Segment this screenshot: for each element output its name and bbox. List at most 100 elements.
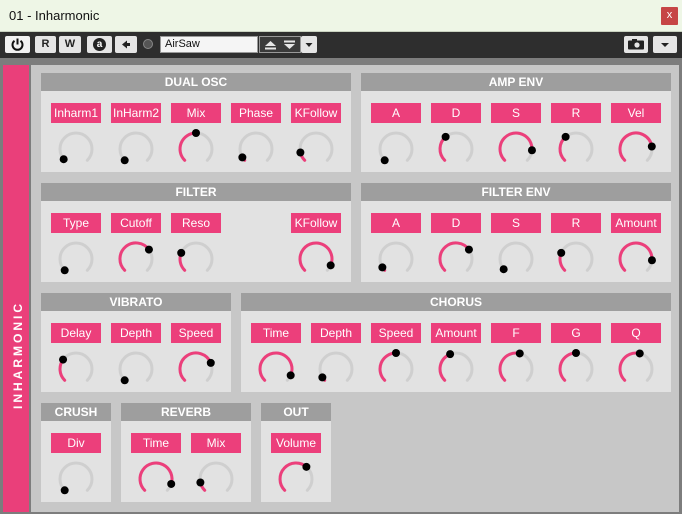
knob-value-arc — [618, 241, 654, 272]
knob-time[interactable] — [136, 459, 176, 499]
knob-pointer[interactable] — [59, 155, 68, 164]
section-title: CRUSH — [41, 403, 111, 421]
knob-reso[interactable] — [176, 239, 216, 279]
param-label-kfollow: KFollow — [291, 213, 341, 233]
knob-pointer[interactable] — [60, 266, 69, 275]
power-icon — [11, 38, 24, 51]
knob-pointer[interactable] — [326, 261, 335, 270]
auto-button[interactable]: a — [87, 36, 112, 53]
knob-pointer[interactable] — [286, 371, 295, 380]
section-amp-env: AMP ENV A D S R Vel — [361, 73, 671, 172]
knob-pointer[interactable] — [561, 132, 570, 141]
knob-pointer[interactable] — [464, 245, 473, 254]
knob-pointer[interactable] — [167, 479, 176, 488]
knob-depth[interactable] — [316, 349, 356, 389]
preset-down-icon[interactable] — [282, 38, 297, 52]
knob-g[interactable] — [556, 349, 596, 389]
knob-speed[interactable] — [376, 349, 416, 389]
knob-pointer[interactable] — [647, 256, 656, 265]
knob-div[interactable] — [56, 459, 96, 499]
knob-speed[interactable] — [176, 349, 216, 389]
param-label-cutoff: Cutoff — [111, 213, 161, 233]
knob-kfollow[interactable] — [296, 239, 336, 279]
back-button[interactable] — [115, 36, 137, 53]
section-chorus: CHORUS Time Depth Speed Amount F G Q — [241, 293, 671, 392]
knob-value-arc — [498, 351, 522, 382]
preset-up-icon[interactable] — [263, 38, 278, 52]
param-label-amount: Amount — [611, 213, 661, 233]
knob-pointer[interactable] — [572, 349, 580, 357]
knob-a[interactable] — [376, 239, 416, 279]
preset-menu-button[interactable] — [301, 36, 317, 53]
close-button[interactable]: x — [661, 7, 678, 25]
knob-depth[interactable] — [116, 349, 156, 389]
knob-pointer[interactable] — [296, 148, 305, 157]
knob-pointer[interactable] — [392, 349, 400, 357]
knob-vel[interactable] — [616, 129, 656, 169]
knob-q[interactable] — [616, 349, 656, 389]
knob-pointer[interactable] — [238, 153, 247, 162]
knob-pointer[interactable] — [59, 355, 68, 364]
knob-track — [118, 351, 154, 382]
knob-pointer[interactable] — [60, 486, 69, 495]
knob-d[interactable] — [436, 239, 476, 279]
knob-volume[interactable] — [276, 459, 316, 499]
knob-inharm1[interactable] — [56, 129, 96, 169]
knob-time[interactable] — [256, 349, 296, 389]
status-led-icon — [143, 39, 153, 49]
knob-r[interactable] — [556, 129, 596, 169]
knob-pointer[interactable] — [441, 132, 450, 141]
knob-value-arc — [618, 351, 642, 382]
param-label-depth: Depth — [111, 323, 161, 343]
knob-pointer[interactable] — [557, 248, 566, 257]
knob-inharm2[interactable] — [116, 129, 156, 169]
knob-pointer[interactable] — [302, 462, 311, 471]
power-button[interactable] — [5, 36, 30, 53]
knob-amount[interactable] — [436, 349, 476, 389]
knob-kfollow[interactable] — [296, 129, 336, 169]
knob-pointer[interactable] — [206, 358, 215, 367]
section-title: CHORUS — [241, 293, 671, 311]
knob-pointer[interactable] — [196, 478, 205, 487]
param-label-phase: Phase — [231, 103, 281, 123]
knob-amount[interactable] — [616, 239, 656, 279]
preset-name-field[interactable]: AirSaw — [160, 36, 258, 53]
knob-pointer[interactable] — [647, 142, 656, 151]
section-title: DUAL OSC — [41, 73, 351, 91]
knob-mix[interactable] — [176, 129, 216, 169]
knob-pointer[interactable] — [318, 373, 327, 382]
options-menu-button[interactable] — [653, 36, 677, 53]
knob-pointer[interactable] — [144, 245, 153, 254]
param-label-speed: Speed — [371, 323, 421, 343]
knob-pointer[interactable] — [192, 129, 200, 137]
knob-cutoff[interactable] — [116, 239, 156, 279]
knob-pointer[interactable] — [446, 350, 455, 359]
knob-phase[interactable] — [236, 129, 276, 169]
chevron-down-icon — [661, 43, 669, 47]
knob-type[interactable] — [56, 239, 96, 279]
knob-a[interactable] — [376, 129, 416, 169]
knob-d[interactable] — [436, 129, 476, 169]
knob-pointer[interactable] — [499, 265, 508, 274]
knob-delay[interactable] — [56, 349, 96, 389]
knob-pointer[interactable] — [378, 263, 387, 272]
knob-pointer[interactable] — [120, 376, 129, 385]
window-title: 01 - Inharmonic — [9, 8, 100, 23]
knob-s[interactable] — [496, 239, 536, 279]
param-label-time: Time — [131, 433, 181, 453]
knob-mix[interactable] — [196, 459, 236, 499]
knob-pointer[interactable] — [120, 156, 129, 165]
knob-r[interactable] — [556, 239, 596, 279]
knob-pointer[interactable] — [515, 349, 524, 358]
snapshot-button[interactable] — [624, 36, 648, 53]
read-automation-button[interactable]: R — [35, 36, 56, 53]
knob-f[interactable] — [496, 349, 536, 389]
write-automation-button[interactable]: W — [59, 36, 81, 53]
knob-pointer[interactable] — [380, 156, 389, 165]
knob-pointer[interactable] — [635, 349, 644, 358]
knob-pointer[interactable] — [527, 146, 536, 155]
param-label-r: R — [551, 213, 601, 233]
knob-pointer[interactable] — [177, 248, 186, 257]
arrow-left-icon — [122, 40, 130, 49]
knob-s[interactable] — [496, 129, 536, 169]
